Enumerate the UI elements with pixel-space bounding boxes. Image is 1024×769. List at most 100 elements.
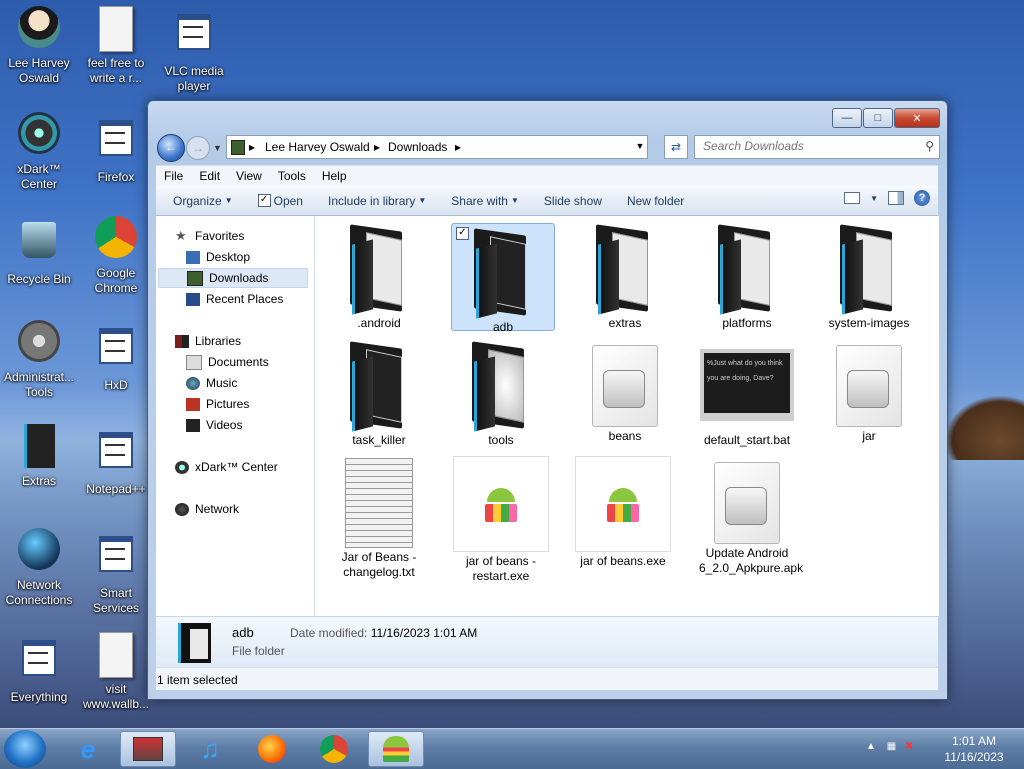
forward-button[interactable]: → <box>186 136 210 160</box>
change-view-icon[interactable] <box>844 192 861 204</box>
desktop-icon-network-connections[interactable]: Network Connections <box>1 528 77 608</box>
file-item[interactable]: jar <box>817 337 921 444</box>
nav-libraries[interactable]: Libraries <box>175 331 241 351</box>
breadcrumb-downloads[interactable]: Downloads <box>388 140 447 154</box>
nav-recent-label: Recent Places <box>206 292 284 306</box>
recent-pages-dropdown[interactable]: ▼ <box>213 143 222 153</box>
nav-favorites-label: Favorites <box>195 229 245 243</box>
newfolder-label: New folder <box>626 193 685 208</box>
refresh-button[interactable]: ⇄ <box>664 135 688 159</box>
nav-desktop[interactable]: Desktop <box>186 247 250 267</box>
nav-xdark-label: xDark™ Center <box>195 460 278 474</box>
menu-help[interactable]: Help <box>314 166 355 187</box>
new-folder-button[interactable]: New folder <box>619 194 692 208</box>
nav-videos[interactable]: Videos <box>186 415 242 435</box>
desktop-icon-notepadpp[interactable]: Notepad++ <box>78 424 154 497</box>
chevron-down-icon: ▼ <box>224 196 233 205</box>
desktop-icon-user-folder[interactable]: Lee Harvey Oswald <box>1 6 77 86</box>
taskbar-jar-of-beans[interactable] <box>368 731 424 767</box>
network-tray-icon[interactable]: ▦ <box>887 741 896 752</box>
file-item[interactable]: beans <box>573 337 677 444</box>
file-item-selected[interactable]: ✓ adb <box>451 223 555 334</box>
desktop-icon-smart-services[interactable]: Smart Services <box>78 528 154 616</box>
search-input[interactable] <box>695 136 913 156</box>
desktop-icon-xdark[interactable]: xDark™ Center <box>1 112 77 192</box>
desktop-icon <box>186 250 200 264</box>
start-button[interactable] <box>4 730 46 768</box>
taskbar-explorer[interactable] <box>120 731 176 767</box>
menu-edit[interactable]: Edit <box>191 166 228 187</box>
desktop-icon-firefox[interactable]: Firefox <box>78 112 154 185</box>
desktop-icon-admin-tools[interactable]: Administrat... Tools <box>1 320 77 400</box>
file-item[interactable]: extras <box>573 220 677 331</box>
desktop-icon-visit-link[interactable]: visit www.wallb... <box>78 632 154 712</box>
file-item[interactable]: jar of beans.exe <box>571 454 675 569</box>
file-item[interactable]: .android <box>327 220 431 331</box>
nav-documents[interactable]: Documents <box>186 352 269 372</box>
nav-network[interactable]: Network <box>175 499 239 519</box>
taskbar-firefox[interactable] <box>244 731 300 767</box>
file-name: jar <box>862 429 876 443</box>
menu-view[interactable]: View <box>228 166 270 187</box>
folder-icon <box>468 228 538 319</box>
window-caption-buttons: — □ ✕ <box>832 108 940 128</box>
clock[interactable]: 1:01 AM 11/16/2023 <box>940 733 1008 765</box>
breadcrumb-separator[interactable]: ▸ <box>374 140 380 154</box>
open-button[interactable]: ✓ Open <box>250 194 311 208</box>
folder-icon <box>344 341 414 432</box>
maximize-button[interactable]: □ <box>863 108 893 128</box>
share-with-button[interactable]: Share with ▼ <box>443 194 527 208</box>
show-hidden-icons-icon[interactable]: ▲ <box>866 741 876 752</box>
file-name: tools <box>488 433 514 447</box>
navigation-bar: ← → ▼ ▸ Lee Harvey Oswald ▸ Downloads ▸ … <box>156 131 940 162</box>
desktop-icon-recycle-bin[interactable]: Recycle Bin <box>1 216 77 287</box>
desktop-icon-label: xDark™ Center <box>17 162 61 191</box>
file-name: .android <box>357 316 401 330</box>
desktop-icon-extras[interactable]: Extras <box>1 424 77 489</box>
organize-button[interactable]: Organize ▼ <box>165 194 241 208</box>
file-item[interactable]: tools <box>449 337 553 448</box>
preview-pane-icon[interactable] <box>888 191 904 205</box>
taskbar-ie[interactable]: e <box>60 731 116 767</box>
file-item[interactable]: task_killer <box>327 337 431 448</box>
desktop-icon-everything[interactable]: Everything <box>1 632 77 705</box>
close-button[interactable]: ✕ <box>894 108 940 128</box>
nav-recent-places[interactable]: Recent Places <box>186 289 283 309</box>
search-box[interactable]: ⚲ <box>694 135 940 159</box>
file-item[interactable]: Jar of Beans - changelog.txt <box>327 454 431 580</box>
file-item[interactable]: jar of beans - restart.exe <box>449 454 553 584</box>
videos-icon <box>186 418 200 432</box>
text-document-icon <box>92 6 140 54</box>
taskbar-chrome[interactable] <box>306 731 362 767</box>
file-name: system-images <box>828 316 910 330</box>
taskbar-itunes[interactable]: ♫ <box>182 731 238 767</box>
file-item[interactable]: system-images <box>817 220 921 331</box>
slide-show-button[interactable]: Slide show <box>536 194 610 208</box>
view-dropdown-icon[interactable]: ▼ <box>870 194 878 203</box>
file-item[interactable]: %Just what do you think you are doing, D… <box>695 337 799 448</box>
back-button[interactable]: ← <box>157 134 185 162</box>
desktop-icon-chrome[interactable]: Google Chrome <box>78 216 154 296</box>
desktop-icon-vlc[interactable]: VLC media player <box>156 6 232 94</box>
minimize-button[interactable]: — <box>832 108 862 128</box>
nav-music[interactable]: Music <box>186 373 237 393</box>
file-item[interactable]: Update Android 6_2.0_Apkpure.apk <box>695 454 803 576</box>
search-icon[interactable]: ⚲ <box>925 139 934 153</box>
breadcrumb-user[interactable]: Lee Harvey Oswald <box>265 140 370 154</box>
address-bar[interactable]: ▸ Lee Harvey Oswald ▸ Downloads ▸ ▼ <box>226 135 648 159</box>
file-item[interactable]: platforms <box>695 220 799 331</box>
breadcrumb-separator[interactable]: ▸ <box>249 140 255 154</box>
nav-pictures[interactable]: Pictures <box>186 394 249 414</box>
include-in-library-button[interactable]: Include in library ▼ <box>320 194 434 208</box>
desktop-icon-hxd[interactable]: HxD <box>78 320 154 393</box>
menu-tools[interactable]: Tools <box>270 166 314 187</box>
nav-downloads[interactable]: Downloads <box>158 268 308 288</box>
volume-muted-icon[interactable]: ✖ <box>905 741 913 752</box>
nav-favorites[interactable]: ★ Favorites <box>175 226 244 246</box>
address-dropdown-icon[interactable]: ▼ <box>632 136 648 156</box>
menu-file[interactable]: File <box>156 166 191 187</box>
help-icon[interactable]: ? <box>914 190 930 206</box>
desktop-icon-text-file[interactable]: feel free to write a r... <box>78 6 154 86</box>
breadcrumb-separator[interactable]: ▸ <box>455 140 461 154</box>
nav-xdark-center[interactable]: xDark™ Center <box>175 457 278 477</box>
